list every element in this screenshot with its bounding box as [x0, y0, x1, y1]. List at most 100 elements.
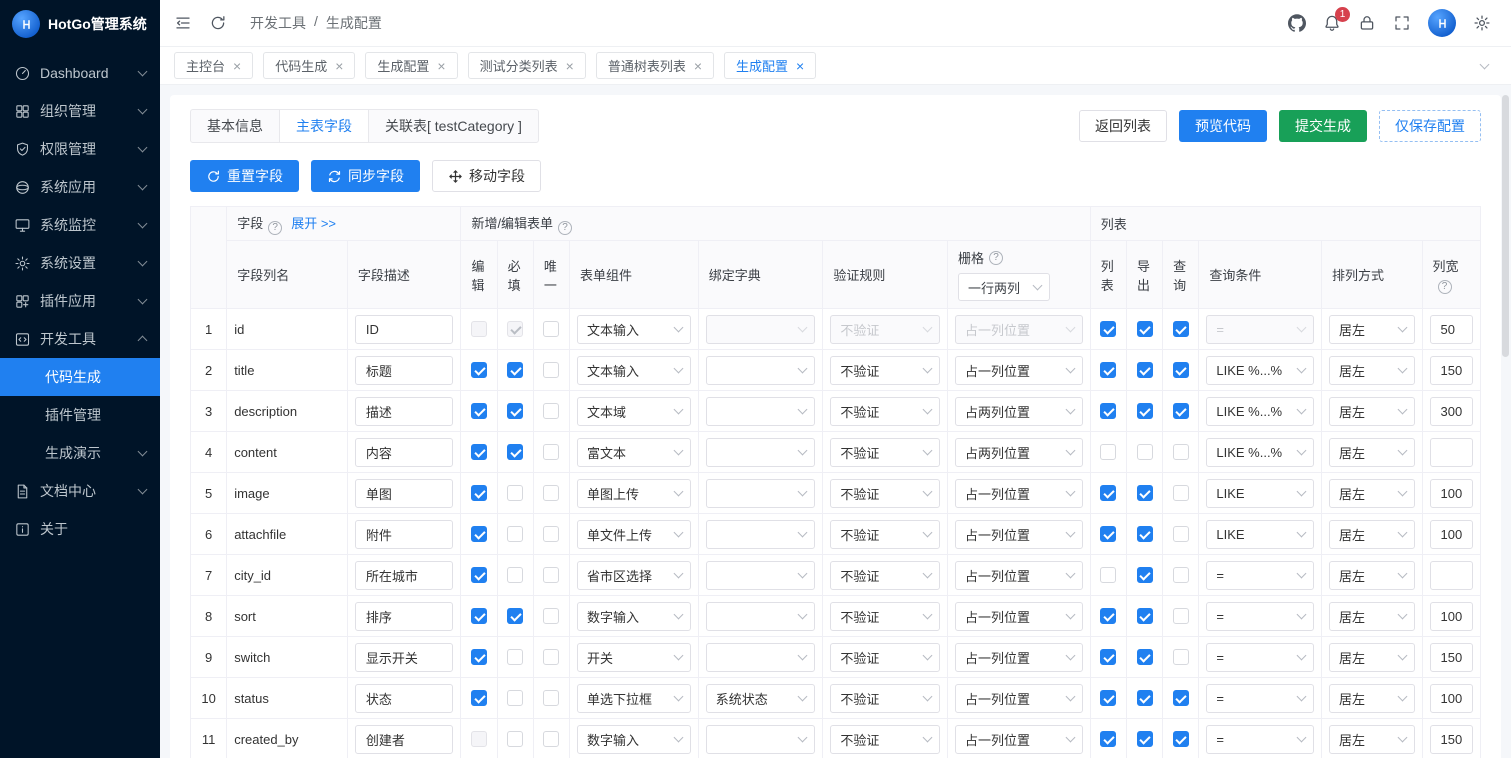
- validation-rule-select[interactable]: 不验证: [830, 356, 940, 385]
- bind-dict-select[interactable]: [706, 561, 816, 590]
- field-desc-input[interactable]: 单图: [355, 479, 454, 508]
- submit-generate-button[interactable]: 提交生成: [1279, 110, 1367, 142]
- form-component-select[interactable]: 省市区选择: [577, 561, 691, 590]
- field-desc-input[interactable]: 状态: [355, 684, 454, 713]
- required-checkbox[interactable]: [507, 731, 523, 747]
- required-checkbox[interactable]: [507, 403, 523, 419]
- notification-bell[interactable]: 1: [1323, 14, 1341, 32]
- field-desc-input[interactable]: 创建者: [355, 725, 454, 754]
- sidebar-item[interactable]: 关于: [0, 510, 160, 548]
- close-icon[interactable]: ×: [796, 59, 804, 73]
- col-width-input[interactable]: 100: [1430, 520, 1473, 549]
- validation-rule-select[interactable]: 不验证: [830, 438, 940, 467]
- query-checkbox[interactable]: [1173, 731, 1189, 747]
- validation-rule-select[interactable]: 不验证: [830, 561, 940, 590]
- field-desc-input[interactable]: 附件: [355, 520, 454, 549]
- sidebar-item[interactable]: Dashboard: [0, 54, 160, 92]
- bind-dict-select[interactable]: [706, 397, 816, 426]
- col-width-input[interactable]: 100: [1430, 602, 1473, 631]
- export-checkbox[interactable]: [1137, 608, 1153, 624]
- grid-default-select[interactable]: 一行两列: [958, 273, 1050, 301]
- sidebar-item[interactable]: 文档中心: [0, 472, 160, 510]
- sidebar-item[interactable]: 系统设置: [0, 244, 160, 282]
- query-checkbox[interactable]: [1173, 690, 1189, 706]
- close-icon[interactable]: ×: [335, 59, 343, 73]
- form-component-select[interactable]: 文本域: [577, 397, 691, 426]
- align-select[interactable]: 居左: [1329, 725, 1415, 754]
- field-desc-input[interactable]: 显示开关: [355, 643, 454, 672]
- grid-select[interactable]: 占一列位置: [955, 520, 1083, 549]
- query-condition-select[interactable]: LIKE: [1206, 479, 1314, 508]
- unique-checkbox[interactable]: [543, 526, 559, 542]
- close-icon[interactable]: ×: [437, 59, 445, 73]
- tab-chip[interactable]: 主控台×: [174, 52, 253, 79]
- sidebar-item[interactable]: 系统应用: [0, 168, 160, 206]
- required-checkbox[interactable]: [507, 649, 523, 665]
- sidebar-item[interactable]: 系统监控: [0, 206, 160, 244]
- breadcrumb-page[interactable]: 生成配置: [326, 13, 382, 33]
- grid-select[interactable]: 占一列位置: [955, 479, 1083, 508]
- query-checkbox[interactable]: [1173, 444, 1189, 460]
- query-checkbox[interactable]: [1173, 321, 1189, 337]
- col-width-input[interactable]: 50: [1430, 315, 1473, 344]
- preview-code-button[interactable]: 预览代码: [1179, 110, 1267, 142]
- col-width-input[interactable]: 150: [1430, 356, 1473, 385]
- help-icon[interactable]: ?: [268, 221, 282, 235]
- align-select[interactable]: 居左: [1329, 643, 1415, 672]
- export-checkbox[interactable]: [1137, 526, 1153, 542]
- bind-dict-select[interactable]: [706, 602, 816, 631]
- tabs-collapse-button[interactable]: [1471, 53, 1497, 79]
- field-desc-input[interactable]: 所在城市: [355, 561, 454, 590]
- field-desc-input[interactable]: 标题: [355, 356, 454, 385]
- export-checkbox[interactable]: [1137, 731, 1153, 747]
- unique-checkbox[interactable]: [543, 649, 559, 665]
- expand-fields-link[interactable]: 展开 >>: [291, 216, 336, 231]
- tab-chip[interactable]: 生成配置×: [365, 52, 457, 79]
- validation-rule-select[interactable]: 不验证: [830, 520, 940, 549]
- query-checkbox[interactable]: [1173, 608, 1189, 624]
- list-checkbox[interactable]: [1100, 567, 1116, 583]
- sidebar-item[interactable]: 权限管理: [0, 130, 160, 168]
- form-component-select[interactable]: 单图上传: [577, 479, 691, 508]
- required-checkbox[interactable]: [507, 485, 523, 501]
- edit-checkbox[interactable]: [471, 526, 487, 542]
- col-width-input[interactable]: 150: [1430, 643, 1473, 672]
- align-select[interactable]: 居左: [1329, 520, 1415, 549]
- validation-rule-select[interactable]: 不验证: [830, 397, 940, 426]
- menu-collapse-icon[interactable]: [174, 14, 192, 32]
- unique-checkbox[interactable]: [543, 608, 559, 624]
- query-condition-select[interactable]: LIKE %...%: [1206, 356, 1314, 385]
- required-checkbox[interactable]: [507, 362, 523, 378]
- refresh-icon[interactable]: [209, 14, 227, 32]
- query-checkbox[interactable]: [1173, 485, 1189, 501]
- col-width-input[interactable]: [1430, 438, 1473, 467]
- field-desc-input[interactable]: 描述: [355, 397, 454, 426]
- align-select[interactable]: 居左: [1329, 684, 1415, 713]
- query-checkbox[interactable]: [1173, 649, 1189, 665]
- edit-checkbox[interactable]: [471, 649, 487, 665]
- query-condition-select[interactable]: LIKE %...%: [1206, 438, 1314, 467]
- export-checkbox[interactable]: [1137, 444, 1153, 460]
- export-checkbox[interactable]: [1137, 362, 1153, 378]
- sidebar-item[interactable]: 插件管理: [0, 396, 160, 434]
- list-checkbox[interactable]: [1100, 649, 1116, 665]
- list-checkbox[interactable]: [1100, 608, 1116, 624]
- grid-select[interactable]: 占两列位置: [955, 397, 1083, 426]
- reset-fields-button[interactable]: 重置字段: [190, 160, 299, 192]
- query-condition-select[interactable]: =: [1206, 684, 1314, 713]
- export-checkbox[interactable]: [1137, 403, 1153, 419]
- query-checkbox[interactable]: [1173, 567, 1189, 583]
- query-condition-select[interactable]: =: [1206, 602, 1314, 631]
- align-select[interactable]: 居左: [1329, 438, 1415, 467]
- vertical-scrollbar[interactable]: [1502, 95, 1509, 357]
- grid-select[interactable]: 占一列位置: [955, 643, 1083, 672]
- field-desc-input[interactable]: 排序: [355, 602, 454, 631]
- unique-checkbox[interactable]: [543, 321, 559, 337]
- sidebar-item[interactable]: 开发工具: [0, 320, 160, 358]
- validation-rule-select[interactable]: 不验证: [830, 602, 940, 631]
- form-component-select[interactable]: 单选下拉框: [577, 684, 691, 713]
- help-icon[interactable]: ?: [1438, 280, 1452, 294]
- sidebar-item[interactable]: 组织管理: [0, 92, 160, 130]
- required-checkbox[interactable]: [507, 526, 523, 542]
- edit-checkbox[interactable]: [471, 485, 487, 501]
